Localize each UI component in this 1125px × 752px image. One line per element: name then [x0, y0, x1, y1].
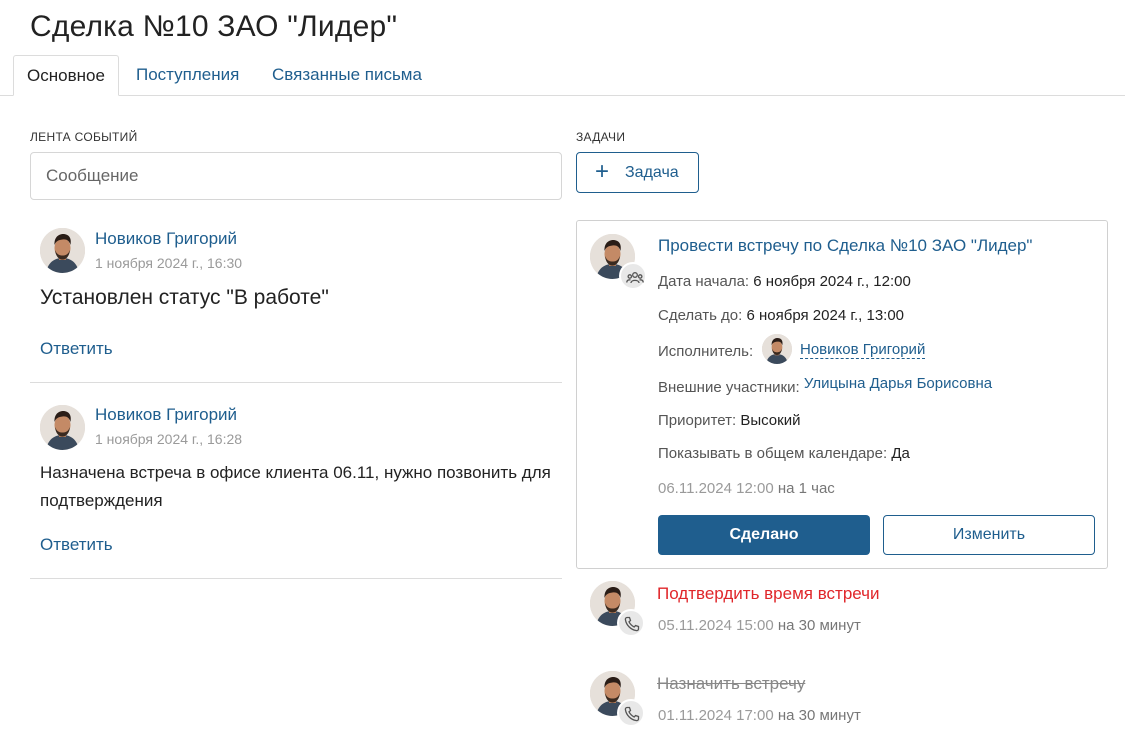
task-schedule: 01.11.2024 17:00 на 30 минут [658, 707, 861, 724]
due-date-label: Сделать до: [658, 307, 743, 324]
post-text: Назначена встреча в офисе клиента 06.11,… [40, 463, 551, 510]
avatar [762, 334, 792, 364]
page-title: Сделка №10 ЗАО "Лидер" [30, 10, 398, 43]
external-label: Внешние участники: [658, 379, 800, 396]
phone-icon [617, 699, 645, 727]
divider [30, 578, 562, 579]
schedule-date: 01.11.2024 17:00 [658, 707, 774, 724]
schedule-duration: на 30 минут [777, 707, 861, 724]
plus-icon: + [595, 158, 610, 185]
priority-value: Высокий [740, 412, 801, 429]
assignee-name-row: Новиков Григорий [800, 341, 926, 359]
start-date-value: 6 ноября 2024 г., 12:00 [753, 273, 911, 290]
assignee-label: Исполнитель: [658, 343, 754, 360]
due-date-value: 6 ноября 2024 г., 13:00 [746, 307, 905, 324]
priority-label: Приоритет: [658, 412, 737, 429]
tab-receipts[interactable]: Поступления [123, 55, 252, 96]
tab-main[interactable]: Основное [13, 55, 119, 96]
start-date-label: Дата начала: [658, 273, 750, 290]
reply-link[interactable]: Ответить [40, 535, 113, 555]
schedule-date: 05.11.2024 15:00 [658, 617, 774, 634]
reply-link[interactable]: Ответить [40, 339, 113, 359]
calendar-value: Да [891, 445, 910, 462]
priority-row: Приоритет: Высокий [658, 412, 800, 429]
task-title[interactable]: Провести встречу по Сделка №10 ЗАО "Лиде… [658, 236, 1032, 256]
external-row: Внешние участники: Улицына Дарья Борисов… [658, 375, 992, 396]
task-schedule: 06.11.2024 12:00 на 1 час [658, 480, 835, 497]
post-time: 1 ноября 2024 г., 16:30 [95, 255, 243, 271]
assignee-row: Исполнитель: [658, 343, 753, 360]
schedule-duration: на 1 час [777, 480, 835, 497]
add-task-label: Задача [625, 164, 679, 181]
add-task-button[interactable]: + Задача [576, 152, 699, 193]
tab-bar: Основное Поступления Связанные письма [0, 55, 1125, 96]
message-input[interactable] [30, 152, 562, 200]
calendar-row: Показывать в общем календаре: Да [658, 445, 910, 462]
start-date-row: Дата начала: 6 ноября 2024 г., 12:00 [658, 273, 911, 290]
task-schedule: 05.11.2024 15:00 на 30 минут [658, 617, 861, 634]
divider [30, 382, 562, 383]
post-text: Установлен статус "В работе" [40, 286, 329, 309]
post-time: 1 ноября 2024 г., 16:28 [95, 431, 243, 447]
done-button[interactable]: Сделано [658, 515, 870, 555]
assignee-value[interactable]: Новиков Григорий [800, 341, 926, 359]
task-title[interactable]: Назначить встречу [657, 674, 805, 694]
due-date-row: Сделать до: 6 ноября 2024 г., 13:00 [658, 307, 904, 324]
phone-icon [617, 609, 645, 637]
group-icon [619, 262, 647, 290]
post-author[interactable]: Новиков Григорий [95, 229, 237, 249]
tab-related-emails[interactable]: Связанные письма [259, 55, 435, 96]
avatar [40, 228, 85, 273]
schedule-date: 06.11.2024 12:00 [658, 480, 774, 497]
post-author[interactable]: Новиков Григорий [95, 405, 237, 425]
edit-button[interactable]: Изменить [883, 515, 1095, 555]
calendar-label: Показывать в общем календаре: [658, 445, 888, 462]
task-title[interactable]: Подтвердить время встречи [657, 584, 880, 604]
feed-label: ЛЕНТА СОБЫТИЙ [30, 130, 138, 144]
external-value[interactable]: Улицына Дарья Борисовна [804, 375, 992, 392]
avatar [40, 405, 85, 450]
schedule-duration: на 30 минут [777, 617, 861, 634]
tasks-label: ЗАДАЧИ [576, 130, 626, 144]
